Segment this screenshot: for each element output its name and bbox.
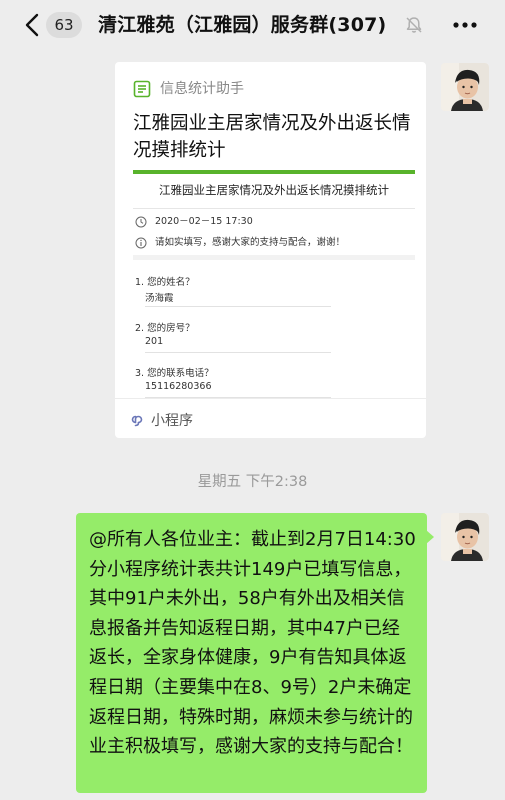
form-list-icon: [133, 80, 151, 98]
more-dots-icon[interactable]: [452, 21, 478, 29]
bell-muted-icon: [406, 17, 422, 33]
preview-notice: 请如实填写，感谢大家的支持与配合，谢谢！: [155, 237, 346, 248]
clock-icon: [135, 216, 147, 228]
card-preview-image: 江雅园业主居家情况及外出返长情况摸排统计 2020－02－15 17:30 请如…: [133, 170, 415, 420]
question-label: 3. 您的联系电话？: [135, 368, 214, 379]
mini-program-label: 小程序: [151, 413, 193, 429]
card-footer-divider: [115, 398, 426, 399]
question-label: 1. 您的姓名？: [135, 277, 195, 288]
chevron-left-icon[interactable]: [22, 12, 44, 38]
mini-program-icon: [131, 415, 143, 427]
question-answer: 15116280366: [145, 381, 212, 392]
bubble-tail: [426, 530, 434, 544]
preview-section-gap: [133, 255, 415, 260]
user-avatar-icon: [441, 63, 489, 111]
question-answer: 201: [145, 336, 164, 347]
message-bubble[interactable]: @所有人各位业主：截止到2月7日14:30分小程序统计表共计149户已填写信息，…: [76, 513, 427, 793]
chat-header: 63 清江雅苑（江雅园）服务群(307): [0, 0, 505, 50]
preview-datetime: 2020－02－15 17:30: [155, 216, 253, 227]
sender-avatar[interactable]: [441, 513, 489, 561]
answer-underline: [145, 352, 331, 353]
sender-avatar[interactable]: [441, 63, 489, 111]
preview-accent-bar: [133, 170, 415, 174]
chat-title: 清江雅苑（江雅园）服务群(307): [98, 14, 387, 36]
mini-program-card[interactable]: 信息统计助手 江雅园业主居家情况及外出返长情况摸排统计 江雅园业主居家情况及外出…: [115, 62, 426, 438]
user-avatar-icon: [441, 513, 489, 561]
question-label: 2. 您的房号？: [135, 323, 195, 334]
info-icon: [135, 237, 147, 249]
card-source-name: 信息统计助手: [160, 81, 244, 97]
preview-title: 江雅园业主居家情况及外出返长情况摸排统计: [159, 183, 389, 197]
question-answer: 汤海霞: [145, 293, 174, 304]
card-title: 江雅园业主居家情况及外出返长情况摸排统计: [133, 113, 411, 161]
answer-underline: [145, 306, 331, 307]
message-text: @所有人各位业主：截止到2月7日14:30分小程序统计表共计149户已填写信息，…: [89, 529, 416, 758]
unread-count-badge[interactable]: 63: [46, 12, 82, 38]
preview-divider: [133, 208, 415, 209]
message-timestamp: 星期五 下午2:38: [197, 474, 308, 490]
